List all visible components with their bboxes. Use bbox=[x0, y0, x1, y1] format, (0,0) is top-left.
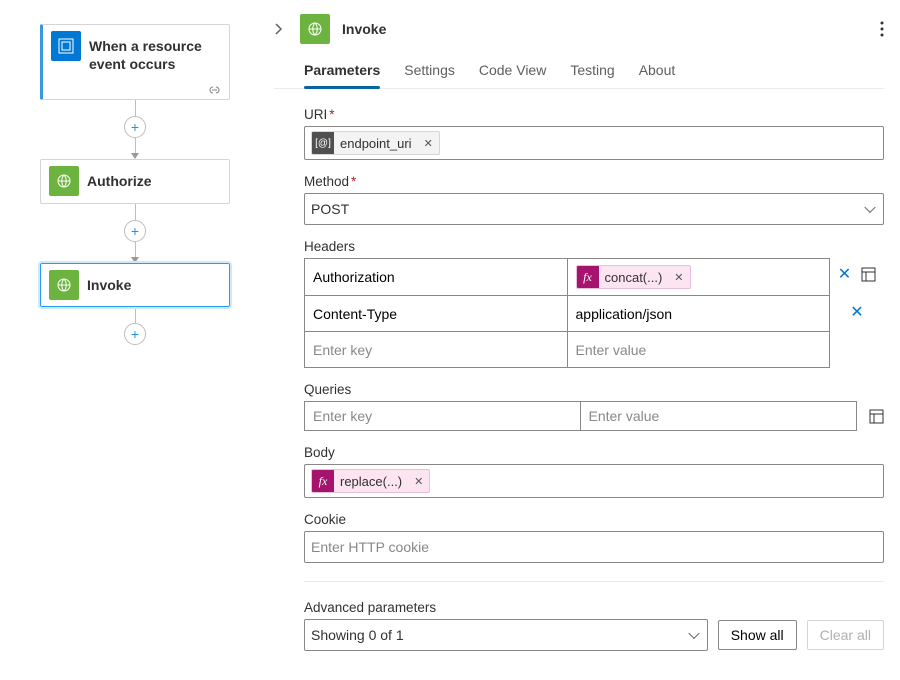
connector bbox=[135, 204, 136, 220]
cookie-label: Cookie bbox=[304, 512, 884, 527]
show-all-button[interactable]: Show all bbox=[718, 620, 797, 650]
header-value-input[interactable] bbox=[576, 342, 822, 358]
header-key-input[interactable] bbox=[313, 306, 559, 322]
query-key-input[interactable] bbox=[313, 408, 572, 424]
header-key-input[interactable] bbox=[313, 342, 559, 358]
uri-input[interactable]: [@] endpoint_uri ✕ bbox=[304, 126, 884, 160]
field-headers: Headers fx concat(...) ✕ bbox=[304, 239, 884, 368]
header-value-input[interactable] bbox=[576, 306, 822, 322]
link-icon bbox=[208, 85, 221, 95]
field-advanced: Advanced parameters Showing 0 of 1 Show … bbox=[304, 600, 884, 651]
arrow-icon bbox=[131, 257, 139, 263]
connector bbox=[135, 307, 136, 323]
query-value-input[interactable] bbox=[589, 408, 849, 424]
panel-header: Invoke bbox=[274, 14, 884, 56]
connector bbox=[135, 138, 136, 154]
headers-grid: fx concat(...) ✕ bbox=[304, 258, 830, 368]
query-value-cell[interactable] bbox=[581, 402, 857, 430]
parameters-form: URI* [@] endpoint_uri ✕ Method* POST Hea… bbox=[274, 107, 884, 680]
tab-bar: Parameters Settings Code View Testing Ab… bbox=[274, 56, 884, 89]
tab-parameters[interactable]: Parameters bbox=[304, 56, 380, 88]
field-body: Body fx replace(...) ✕ bbox=[304, 445, 884, 498]
remove-token-button[interactable]: ✕ bbox=[408, 475, 429, 488]
node-label: When a resource event occurs bbox=[89, 25, 229, 85]
header-value-cell[interactable] bbox=[567, 332, 830, 368]
token-concat[interactable]: fx concat(...) ✕ bbox=[576, 265, 691, 289]
http-icon bbox=[300, 14, 330, 44]
flow-node-trigger[interactable]: When a resource event occurs bbox=[40, 24, 230, 100]
header-key-cell[interactable] bbox=[304, 258, 567, 296]
header-key-cell[interactable] bbox=[304, 296, 567, 332]
add-step-button[interactable]: + bbox=[124, 323, 146, 345]
headers-label: Headers bbox=[304, 239, 884, 254]
http-icon bbox=[49, 270, 79, 300]
fx-icon: fx bbox=[577, 266, 599, 288]
token-replace[interactable]: fx replace(...) ✕ bbox=[311, 469, 430, 493]
node-label: Authorize bbox=[87, 160, 229, 202]
eventgrid-icon bbox=[51, 31, 81, 61]
field-queries: Queries bbox=[304, 382, 884, 431]
flow-canvas: When a resource event occurs + Authorize… bbox=[0, 0, 270, 680]
headers-row-actions: ✕ ✕ bbox=[830, 258, 884, 368]
divider bbox=[304, 581, 884, 582]
action-panel: Invoke Parameters Settings Code View Tes… bbox=[270, 0, 900, 680]
clear-all-button: Clear all bbox=[807, 620, 884, 650]
switch-mode-icon[interactable] bbox=[869, 409, 884, 424]
body-label: Body bbox=[304, 445, 884, 460]
method-select[interactable]: POST bbox=[304, 193, 884, 225]
field-cookie: Cookie bbox=[304, 512, 884, 563]
advanced-dropdown[interactable]: Showing 0 of 1 bbox=[304, 619, 708, 651]
method-label: Method* bbox=[304, 174, 884, 189]
tab-codeview[interactable]: Code View bbox=[479, 56, 546, 88]
uri-label: URI* bbox=[304, 107, 884, 122]
field-method: Method* POST bbox=[304, 174, 884, 225]
add-step-button[interactable]: + bbox=[124, 116, 146, 138]
fx-icon: fx bbox=[312, 470, 334, 492]
http-icon bbox=[49, 166, 79, 196]
header-value-cell[interactable]: fx concat(...) ✕ bbox=[567, 258, 830, 296]
flow-node-invoke[interactable]: Invoke bbox=[40, 263, 230, 307]
remove-token-button[interactable]: ✕ bbox=[418, 137, 439, 150]
cookie-input[interactable] bbox=[311, 539, 877, 555]
advanced-label: Advanced parameters bbox=[304, 600, 884, 615]
more-icon[interactable] bbox=[880, 21, 884, 37]
query-key-cell[interactable] bbox=[305, 402, 581, 430]
queries-grid bbox=[304, 401, 857, 431]
add-step-button[interactable]: + bbox=[124, 220, 146, 242]
tab-about[interactable]: About bbox=[639, 56, 676, 88]
flow-node-authorize[interactable]: Authorize bbox=[40, 159, 230, 203]
header-key-input[interactable] bbox=[313, 269, 559, 285]
queries-label: Queries bbox=[304, 382, 884, 397]
variable-icon: [@] bbox=[312, 132, 334, 154]
chevron-right-icon[interactable] bbox=[274, 23, 296, 35]
tab-testing[interactable]: Testing bbox=[570, 56, 614, 88]
connector bbox=[135, 242, 136, 258]
cookie-input-wrap[interactable] bbox=[304, 531, 884, 563]
node-label: Invoke bbox=[87, 264, 229, 306]
token-endpoint-uri[interactable]: [@] endpoint_uri ✕ bbox=[311, 131, 440, 155]
field-uri: URI* [@] endpoint_uri ✕ bbox=[304, 107, 884, 160]
header-value-cell[interactable] bbox=[567, 296, 830, 332]
header-key-cell[interactable] bbox=[304, 332, 567, 368]
delete-row-button[interactable]: ✕ bbox=[838, 264, 851, 284]
connector bbox=[135, 100, 136, 116]
tab-settings[interactable]: Settings bbox=[404, 56, 455, 88]
remove-token-button[interactable]: ✕ bbox=[668, 271, 689, 284]
switch-mode-icon[interactable] bbox=[861, 267, 876, 282]
panel-title: Invoke bbox=[342, 21, 880, 37]
body-input[interactable]: fx replace(...) ✕ bbox=[304, 464, 884, 498]
delete-row-button[interactable]: ✕ bbox=[850, 302, 863, 322]
